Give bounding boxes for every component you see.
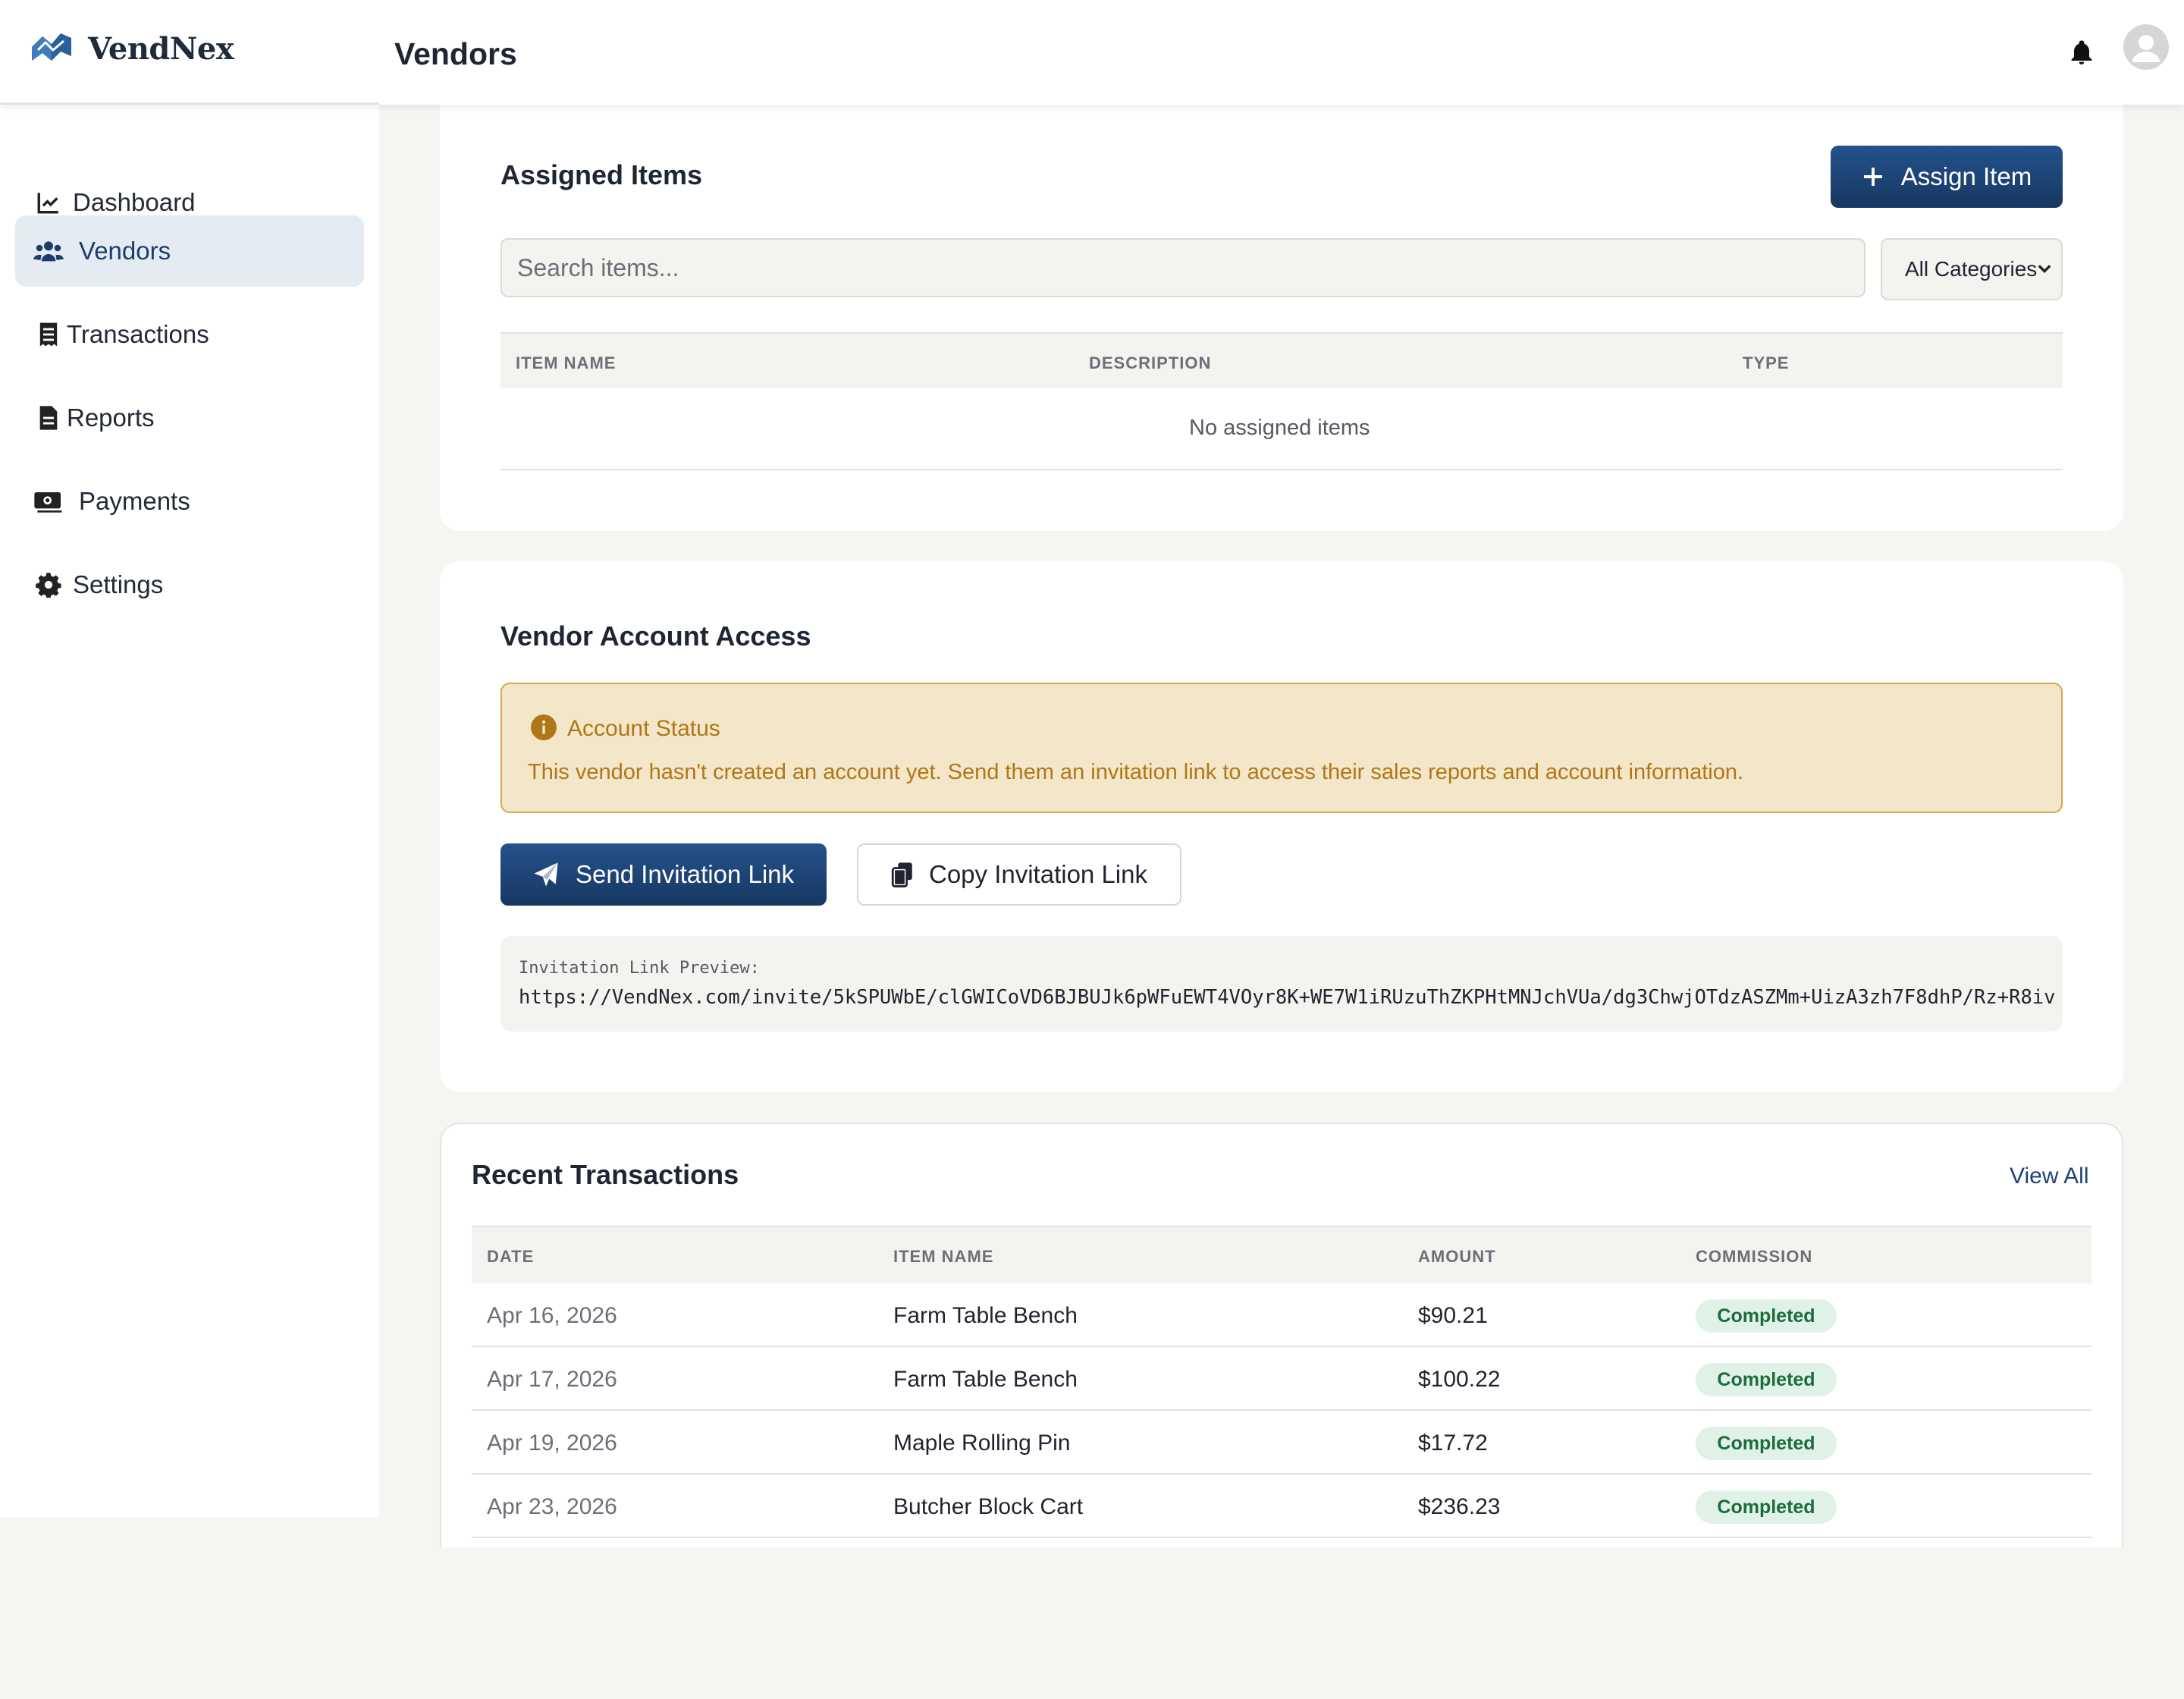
status-badge: Completed bbox=[1696, 1299, 1837, 1333]
row-amount: $236.23 bbox=[1418, 1494, 1501, 1519]
row-amount: $17.72 bbox=[1418, 1430, 1488, 1456]
status-badge: Completed bbox=[1696, 1363, 1837, 1396]
row-item-name: Farm Table Bench bbox=[893, 1303, 1078, 1328]
view-all-link[interactable]: View All bbox=[2010, 1164, 2089, 1189]
row-date: Apr 16, 2026 bbox=[487, 1303, 617, 1328]
recent-transactions-title: Recent Transactions bbox=[472, 1159, 739, 1190]
copy-icon bbox=[891, 862, 912, 887]
sidebar-item-label: Vendors bbox=[79, 237, 171, 265]
top-bar: VendNex Vendors bbox=[0, 0, 2184, 105]
status-badge: Completed bbox=[1696, 1427, 1837, 1460]
search-input[interactable] bbox=[500, 238, 1866, 297]
money-icon bbox=[33, 486, 64, 517]
row-divider bbox=[472, 1346, 2091, 1347]
column-header-amount: AMOUNT bbox=[1418, 1247, 1496, 1266]
column-header-date: DATE bbox=[487, 1247, 535, 1266]
sidebar-item-label: Transactions bbox=[67, 320, 209, 348]
assign-item-label: Assign Item bbox=[1900, 162, 2032, 190]
account-access-title: Vendor Account Access bbox=[500, 620, 811, 652]
sidebar-item-label: Payments bbox=[79, 487, 190, 515]
row-divider bbox=[472, 1473, 2091, 1474]
row-date: Apr 23, 2026 bbox=[487, 1494, 617, 1519]
category-select[interactable]: All Categories bbox=[1881, 238, 2063, 300]
file-icon bbox=[33, 403, 64, 433]
sidebar-item-vendors[interactable]: Vendors bbox=[15, 215, 364, 287]
column-header-type: TYPE bbox=[1743, 353, 1790, 372]
page-title: Vendors bbox=[394, 36, 517, 71]
row-amount: $100.22 bbox=[1418, 1367, 1501, 1392]
row-date: Apr 19, 2026 bbox=[487, 1430, 617, 1456]
assign-item-button[interactable]: Assign Item bbox=[1831, 146, 2063, 208]
chart-line-icon bbox=[33, 187, 64, 218]
assigned-items-table-header: ITEM NAME DESCRIPTION TYPE bbox=[500, 332, 2063, 388]
row-item-name: Maple Rolling Pin bbox=[893, 1430, 1071, 1456]
copy-invitation-button[interactable]: Copy Invitation Link bbox=[857, 843, 1181, 906]
alert-text: This vendor hasn't created an account ye… bbox=[528, 760, 1744, 784]
plus-icon bbox=[1863, 168, 1882, 186]
status-badge: Completed bbox=[1696, 1490, 1837, 1524]
vendnex-logo-icon bbox=[30, 30, 73, 68]
bell-icon[interactable] bbox=[2066, 38, 2097, 68]
gear-icon bbox=[33, 570, 64, 600]
row-item-name: Butcher Block Cart bbox=[893, 1494, 1084, 1519]
info-icon bbox=[531, 714, 557, 740]
row-item-name: Farm Table Bench bbox=[893, 1367, 1078, 1392]
account-status-alert: Account Status This vendor hasn't create… bbox=[500, 683, 2063, 813]
sidebar-item-label: Reports bbox=[67, 404, 155, 432]
row-divider bbox=[472, 1537, 2091, 1538]
category-select-value: All Categories bbox=[1905, 257, 2038, 281]
assigned-items-title: Assigned Items bbox=[500, 159, 703, 190]
users-icon bbox=[33, 236, 64, 266]
user-avatar-icon[interactable] bbox=[2123, 24, 2169, 70]
header-divider bbox=[0, 102, 379, 105]
paper-plane-icon bbox=[534, 862, 558, 887]
transactions-table-header: DATE ITEM NAME AMOUNT COMMISSION bbox=[472, 1226, 2091, 1283]
copy-invitation-label: Copy Invitation Link bbox=[929, 860, 1147, 888]
invitation-preview-label: Invitation Link Preview: bbox=[519, 959, 760, 978]
invitation-preview: Invitation Link Preview: https://VendNex… bbox=[500, 936, 2063, 1032]
sidebar-item-reports[interactable]: Reports bbox=[15, 382, 364, 454]
send-invitation-label: Send Invitation Link bbox=[575, 860, 795, 888]
sidebar-item-label: Settings bbox=[73, 570, 164, 598]
empty-state-text: No assigned items bbox=[1189, 416, 1370, 440]
table-divider bbox=[500, 469, 2063, 470]
column-header-item-name: ITEM NAME bbox=[893, 1247, 994, 1266]
column-header-commission: COMMISSION bbox=[1696, 1247, 1813, 1266]
sidebar: Dashboard Vendors Transactions Reports P… bbox=[0, 105, 379, 1517]
sidebar-item-payments[interactable]: Payments bbox=[15, 466, 364, 537]
send-invitation-button[interactable]: Send Invitation Link bbox=[500, 843, 827, 906]
invitation-url[interactable]: https://VendNex.com/invite/5kSPUWbE/clGW… bbox=[519, 986, 2056, 1009]
column-header-description: DESCRIPTION bbox=[1089, 353, 1212, 372]
alert-title: Account Status bbox=[567, 716, 720, 741]
row-divider bbox=[472, 1409, 2091, 1411]
row-date: Apr 17, 2026 bbox=[487, 1367, 617, 1392]
receipt-icon bbox=[33, 319, 64, 350]
brand-name: VendNex bbox=[88, 31, 234, 67]
sidebar-item-settings[interactable]: Settings bbox=[15, 549, 364, 620]
sidebar-item-label: Dashboard bbox=[73, 188, 196, 216]
assigned-items-card bbox=[440, 76, 2123, 531]
sidebar-item-transactions[interactable]: Transactions bbox=[15, 299, 364, 370]
column-header-item-name: ITEM NAME bbox=[516, 353, 617, 372]
row-amount: $90.21 bbox=[1418, 1303, 1488, 1328]
chevron-down-icon bbox=[2038, 265, 2051, 273]
brand[interactable]: VendNex bbox=[30, 30, 234, 68]
